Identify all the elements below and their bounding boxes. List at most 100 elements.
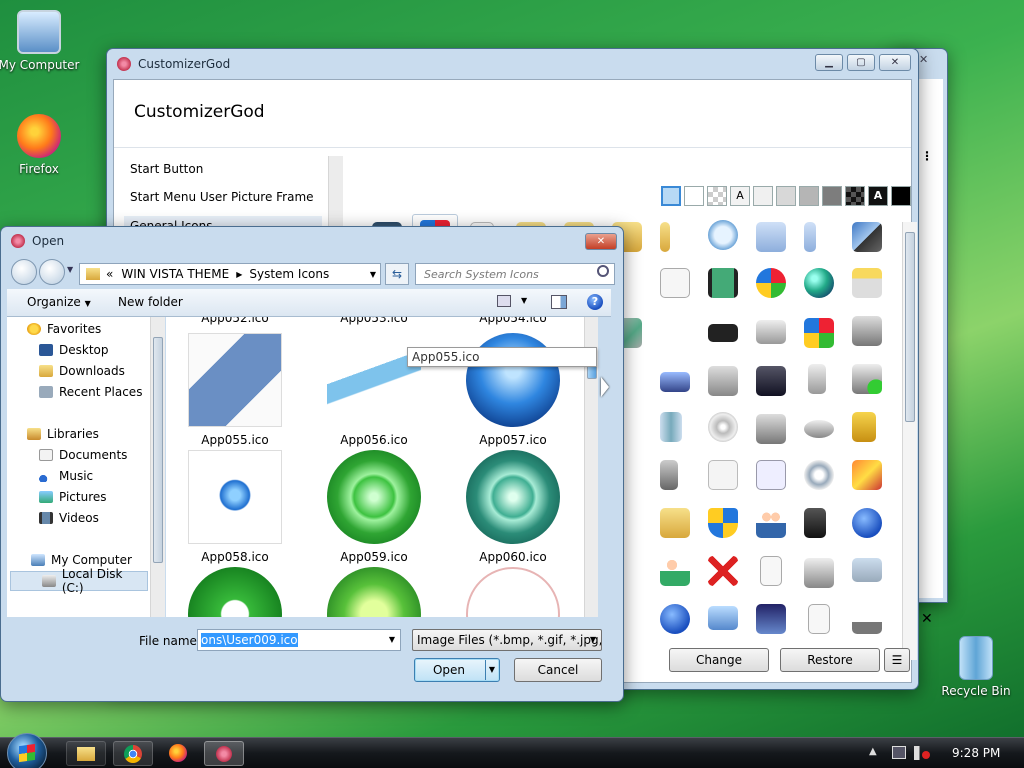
error-x-icon[interactable] xyxy=(708,556,738,586)
swatch-grey-1[interactable] xyxy=(799,186,819,206)
nav-libraries[interactable]: Libraries xyxy=(27,424,167,444)
breadcrumb-folder[interactable]: WIN VISTA THEME xyxy=(121,267,229,281)
chevron-down-icon[interactable]: ▼ xyxy=(67,265,73,274)
film-icon[interactable] xyxy=(708,268,738,298)
icon-grid-scrollbar[interactable] xyxy=(902,222,917,660)
desktop-icon-recycle-bin[interactable]: Recycle Bin xyxy=(934,636,1018,698)
swatch-black[interactable] xyxy=(891,186,911,206)
folder-icon[interactable] xyxy=(660,222,670,252)
nav-item-user-picture-frame[interactable]: Start Menu User Picture Frame xyxy=(130,190,314,204)
close-button[interactable]: ✕ xyxy=(585,233,617,250)
file-item[interactable]: App053.ico xyxy=(309,317,439,325)
blue-folder-icon[interactable] xyxy=(756,222,786,252)
uac-shield-icon[interactable] xyxy=(708,508,738,538)
network-globe-icon[interactable] xyxy=(804,268,834,298)
swatch-light-grey-2[interactable] xyxy=(776,186,796,206)
document-list-icon[interactable] xyxy=(760,556,782,586)
close-button[interactable]: ✕ xyxy=(879,54,911,71)
info-icon[interactable] xyxy=(852,508,882,538)
drive-icon[interactable] xyxy=(756,320,786,344)
file-item[interactable]: App052.ico xyxy=(170,317,300,325)
clock[interactable]: 9:28 PM xyxy=(952,746,1000,760)
removable-drive-icon[interactable] xyxy=(660,372,690,392)
swatch-light-grey-1[interactable] xyxy=(753,186,773,206)
document-icon[interactable] xyxy=(660,268,690,298)
dvd-icon[interactable] xyxy=(708,412,738,442)
forward-button[interactable] xyxy=(39,259,65,285)
breadcrumb-root[interactable]: « xyxy=(106,267,113,281)
show-hidden-icons-icon[interactable]: ▲ xyxy=(869,746,877,757)
swatch-letter-dark[interactable]: A xyxy=(868,186,888,206)
swatch-white[interactable] xyxy=(684,186,704,206)
scroll-thumb[interactable] xyxy=(153,337,163,563)
display-icon[interactable] xyxy=(756,604,786,634)
fonts-folder-icon[interactable] xyxy=(660,508,690,538)
desktop-icon-my-computer[interactable]: My Computer xyxy=(0,10,81,72)
settings-document-icon[interactable] xyxy=(708,460,738,490)
nav-local-disk[interactable]: Local Disk (C:) xyxy=(10,567,148,595)
help-icon[interactable] xyxy=(660,604,690,634)
windows-flag-icon[interactable] xyxy=(804,318,834,348)
file-item[interactable] xyxy=(448,567,578,617)
file-item[interactable] xyxy=(170,567,300,617)
paint-icon[interactable] xyxy=(852,460,882,490)
back-button[interactable] xyxy=(11,259,37,285)
swatch-dark-checker[interactable] xyxy=(845,186,865,206)
file-name-input[interactable]: ons\User009.ico ▼ xyxy=(197,629,401,651)
projector-icon[interactable] xyxy=(852,604,882,634)
taskbar-chrome-button[interactable] xyxy=(113,741,153,766)
card-icon[interactable] xyxy=(708,606,738,630)
close-icon[interactable]: ✕ xyxy=(921,611,933,627)
nav-scrollbar[interactable] xyxy=(328,156,343,226)
memory-chip-icon[interactable] xyxy=(708,324,738,342)
printer-icon[interactable] xyxy=(852,268,882,298)
swatch-checker[interactable] xyxy=(707,186,727,206)
more-icon[interactable]: ⋮ xyxy=(921,149,933,163)
search-input[interactable]: Search System Icons xyxy=(415,263,615,285)
organize-button[interactable]: Organize ▼ xyxy=(27,295,91,309)
mouse-icon[interactable] xyxy=(804,420,834,438)
views-icon[interactable] xyxy=(497,295,511,307)
file-item[interactable]: App058.ico xyxy=(170,450,300,564)
chevron-down-icon[interactable]: ▼ xyxy=(370,270,376,279)
mobile-phone-icon[interactable] xyxy=(808,364,826,394)
dialog-title-bar[interactable]: Open xyxy=(1,227,623,255)
file-item[interactable]: App054.ico xyxy=(448,317,578,325)
open-button[interactable]: Open ▼ xyxy=(414,658,500,682)
file-item[interactable]: App059.ico xyxy=(309,450,439,564)
nav-pane-scrollbar[interactable] xyxy=(150,317,165,617)
settings-window-icon[interactable] xyxy=(756,460,786,490)
taskbar-customizergod-button[interactable] xyxy=(204,741,244,766)
open-dialog[interactable]: Open ✕ ▼ « WIN VISTA THEME ▶ System Icon… xyxy=(0,226,624,702)
nav-favorites[interactable]: Favorites xyxy=(27,319,167,339)
file-item[interactable] xyxy=(309,567,439,617)
address-bar[interactable]: « WIN VISTA THEME ▶ System Icons ▼ xyxy=(79,263,381,285)
disk-check-icon[interactable] xyxy=(852,364,882,394)
phone-icon[interactable] xyxy=(660,460,678,490)
cancel-button[interactable]: Cancel xyxy=(514,658,602,682)
media-player-icon[interactable] xyxy=(756,268,786,298)
camera-icon[interactable] xyxy=(756,414,786,444)
server-icon[interactable] xyxy=(804,508,826,538)
close-icon[interactable]: ✕ xyxy=(919,53,928,66)
chevron-down-icon[interactable]: ▼ xyxy=(484,660,495,680)
games-icon[interactable] xyxy=(852,222,882,252)
swatch-grey-2[interactable] xyxy=(822,186,842,206)
file-item[interactable]: App055.ico xyxy=(170,333,300,447)
scanner-icon[interactable] xyxy=(804,558,834,588)
taskbar-explorer-button[interactable] xyxy=(66,741,106,766)
swatch-light-blue[interactable] xyxy=(661,186,681,206)
chevron-down-icon[interactable]: ▼ xyxy=(521,296,527,305)
dvd-drive-icon[interactable] xyxy=(852,316,882,346)
window-icon[interactable] xyxy=(852,558,882,582)
help-icon[interactable]: ? xyxy=(587,294,603,310)
blue-folder-icon[interactable] xyxy=(804,222,816,252)
nav-item-start-button[interactable]: Start Button xyxy=(130,162,203,176)
camcorder-icon[interactable] xyxy=(756,366,786,396)
contacts-icon[interactable] xyxy=(660,556,690,586)
minimize-button[interactable]: ▁ xyxy=(815,54,843,71)
file-type-select[interactable]: Image Files (*.bmp, *.gif, *.jpg, ▼ xyxy=(412,629,602,651)
scroll-thumb[interactable] xyxy=(905,232,915,422)
search-document-icon[interactable] xyxy=(708,220,738,250)
network-icon[interactable] xyxy=(892,746,906,759)
